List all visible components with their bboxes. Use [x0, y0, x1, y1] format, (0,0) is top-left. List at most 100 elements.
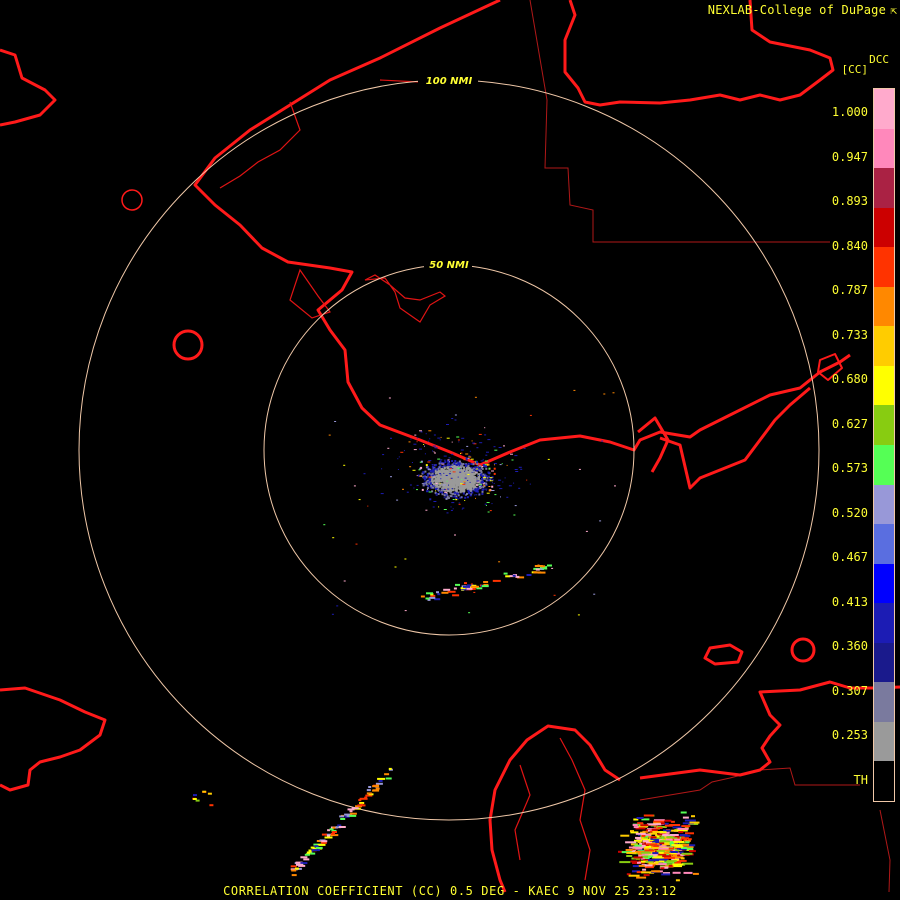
- radar-echo: [328, 434, 331, 436]
- radar-echo: [448, 484, 449, 486]
- radar-echo: [489, 477, 493, 479]
- radar-echo: [470, 583, 473, 585]
- legend-swatch: [874, 326, 894, 367]
- radar-echo: [441, 463, 445, 465]
- radar-echo: [437, 458, 441, 460]
- radar-echo: [483, 581, 489, 583]
- radar-echo: [433, 451, 435, 453]
- legend-tick-label: 0.947: [831, 149, 868, 164]
- radar-echo: [397, 469, 399, 470]
- radar-echo: [424, 445, 425, 447]
- radar-echo: [414, 434, 417, 436]
- radar-echo: [390, 476, 392, 478]
- radar-echo: [481, 467, 484, 470]
- radar-echo: [643, 814, 654, 817]
- radar-echo: [351, 807, 359, 810]
- radar-echo: [406, 491, 409, 493]
- radar-echo: [641, 871, 652, 874]
- radar-echo: [428, 430, 432, 432]
- radar-echo: [207, 792, 212, 795]
- radar-echo: [408, 441, 411, 443]
- radar-echo: [513, 482, 515, 484]
- source-credit[interactable]: NEXLAB-College of DuPage: [708, 3, 886, 17]
- radar-echo: [475, 471, 477, 473]
- radar-echo: [467, 486, 470, 489]
- radar-echo: [437, 482, 440, 485]
- radar-echo: [672, 863, 684, 866]
- radar-echo: [476, 480, 480, 482]
- legend-tick-label: 0.627: [831, 416, 868, 431]
- radar-echo: [334, 421, 337, 422]
- radar-echo: [424, 453, 426, 455]
- radar-echo: [366, 789, 371, 792]
- radar-echo: [469, 494, 472, 497]
- radar-echo: [454, 414, 457, 416]
- radar-echo: [683, 871, 693, 874]
- legend-swatch: [874, 365, 894, 406]
- radar-echo: [675, 879, 680, 882]
- legend-tick-label: 0.467: [831, 550, 868, 564]
- radar-echo: [456, 436, 460, 438]
- radar-echo: [321, 840, 328, 843]
- external-link-icon[interactable]: ⇱: [890, 4, 897, 17]
- radar-echo: [463, 463, 467, 465]
- radar-echo: [537, 564, 540, 566]
- radar-echo: [419, 448, 422, 450]
- legend-tick-label: 0.253: [831, 728, 868, 742]
- radar-echo: [487, 479, 490, 482]
- radar-echo: [467, 471, 470, 474]
- radar-echo: [474, 478, 477, 480]
- radar-echo: [458, 486, 461, 489]
- radar-echo: [476, 463, 479, 466]
- radar-map: 50 NMI 100 NMI: [0, 0, 900, 900]
- radar-echo: [423, 444, 425, 445]
- radar-echo: [419, 461, 422, 463]
- radar-echo: [484, 460, 488, 462]
- radar-echo: [504, 477, 506, 479]
- radar-echo: [682, 843, 689, 846]
- radar-echo: [489, 468, 491, 470]
- radar-echo: [450, 483, 453, 486]
- radar-echo: [460, 449, 464, 451]
- radar-echo: [420, 466, 423, 469]
- radar-echo: [419, 475, 423, 477]
- radar-echo: [441, 591, 449, 594]
- legend-tick-label: 0.573: [831, 461, 868, 475]
- radar-echo: [648, 859, 659, 862]
- radar-echo: [457, 494, 460, 497]
- radar-echo: [512, 574, 516, 577]
- radar-echo: [484, 427, 486, 429]
- radar-echo: [468, 612, 471, 614]
- radar-echo: [642, 868, 647, 871]
- radar-echo: [413, 449, 417, 451]
- radar-echo: [476, 468, 479, 470]
- radar-echo: [427, 478, 429, 480]
- radar-echo: [481, 490, 484, 493]
- radar-echo: [436, 591, 439, 594]
- radar-echo: [443, 497, 446, 499]
- radar-echo: [577, 614, 580, 616]
- radar-echo: [470, 458, 474, 460]
- radar-echo: [404, 558, 407, 560]
- radar-echo: [431, 486, 434, 489]
- radar-echo: [457, 498, 459, 500]
- radar-echo: [455, 492, 457, 494]
- radar-echo: [444, 461, 447, 464]
- radar-echo: [465, 453, 469, 455]
- radar-echo: [439, 473, 442, 475]
- radar-echo: [477, 477, 480, 480]
- radar-echo: [454, 460, 457, 462]
- radar-echo: [681, 852, 693, 855]
- radar-echo: [514, 469, 518, 470]
- radar-echo: [367, 505, 369, 507]
- radar-echo: [447, 590, 456, 593]
- radar-echo: [377, 777, 386, 780]
- radar-echo: [428, 460, 432, 462]
- radar-echo: [487, 511, 490, 513]
- radar-echo: [435, 494, 438, 496]
- radar-echo: [535, 568, 540, 571]
- radar-echo: [641, 844, 646, 847]
- radar-echo: [660, 867, 665, 870]
- radar-echo: [434, 447, 438, 449]
- radar-echo: [440, 480, 443, 483]
